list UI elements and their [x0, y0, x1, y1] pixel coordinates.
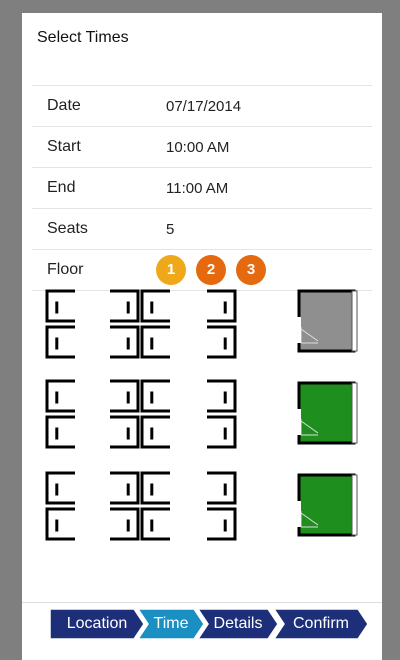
booking-panel: Select Times Date 07/17/2014 Start 10:00…	[22, 13, 382, 660]
meeting-room[interactable]	[297, 381, 358, 445]
desk-outline	[110, 471, 140, 505]
desk-outline	[207, 379, 237, 413]
step-confirm[interactable]: Confirm	[274, 609, 368, 639]
desk-outline	[45, 415, 75, 449]
desk-outline	[140, 289, 170, 323]
step-time[interactable]: Time	[138, 609, 204, 639]
meeting-room[interactable]	[297, 289, 358, 353]
floor-3-button[interactable]: 3	[236, 255, 266, 285]
desk-outline	[207, 507, 237, 541]
desk-outline	[110, 325, 140, 359]
desk-outline	[45, 325, 75, 359]
desk-outline	[45, 289, 75, 323]
floor-plan	[45, 289, 358, 541]
desk-outline	[110, 289, 140, 323]
step-location-label: Location	[66, 615, 128, 632]
desk-outline	[140, 379, 170, 413]
end-row[interactable]: End 11:00 AM	[32, 168, 372, 209]
meeting-rooms	[297, 289, 358, 537]
floor-label: Floor	[47, 261, 84, 278]
end-label: End	[47, 179, 76, 196]
seats-value[interactable]: 5	[166, 221, 174, 238]
desk-outline	[45, 471, 75, 505]
desk-outline	[110, 415, 140, 449]
desk-outline	[110, 379, 140, 413]
desk-outline	[140, 507, 170, 541]
booking-form: Date 07/17/2014 Start 10:00 AM End 11:00…	[32, 85, 372, 291]
footer-divider	[22, 602, 382, 603]
start-row[interactable]: Start 10:00 AM	[32, 127, 372, 168]
desk-outline	[207, 471, 237, 505]
end-value[interactable]: 11:00 AM	[166, 180, 228, 197]
step-details[interactable]: Details	[198, 609, 278, 639]
meeting-room[interactable]	[297, 473, 358, 537]
date-row[interactable]: Date 07/17/2014	[32, 86, 372, 127]
desk-outline	[207, 415, 237, 449]
desk-outline	[45, 379, 75, 413]
start-value[interactable]: 10:00 AM	[166, 139, 229, 156]
start-label: Start	[47, 138, 81, 155]
desk-outline	[140, 325, 170, 359]
desk-outline	[207, 289, 237, 323]
seats-row[interactable]: Seats 5	[32, 209, 372, 250]
date-value[interactable]: 07/17/2014	[166, 98, 241, 115]
step-time-label: Time	[153, 615, 189, 632]
desk-layout	[45, 289, 237, 541]
step-confirm-label: Confirm	[292, 615, 349, 632]
desk-outline	[45, 507, 75, 541]
page-title: Select Times	[37, 29, 129, 46]
step-location[interactable]: Location	[50, 609, 144, 639]
desk-outline	[140, 415, 170, 449]
step-details-label: Details	[213, 615, 263, 632]
floor-2-button[interactable]: 2	[196, 255, 226, 285]
floor-1-button[interactable]: 1	[156, 255, 186, 285]
desk-outline	[110, 507, 140, 541]
desk-outline	[207, 325, 237, 359]
desk-outline	[140, 471, 170, 505]
date-label: Date	[47, 97, 81, 114]
seats-label: Seats	[47, 220, 88, 237]
